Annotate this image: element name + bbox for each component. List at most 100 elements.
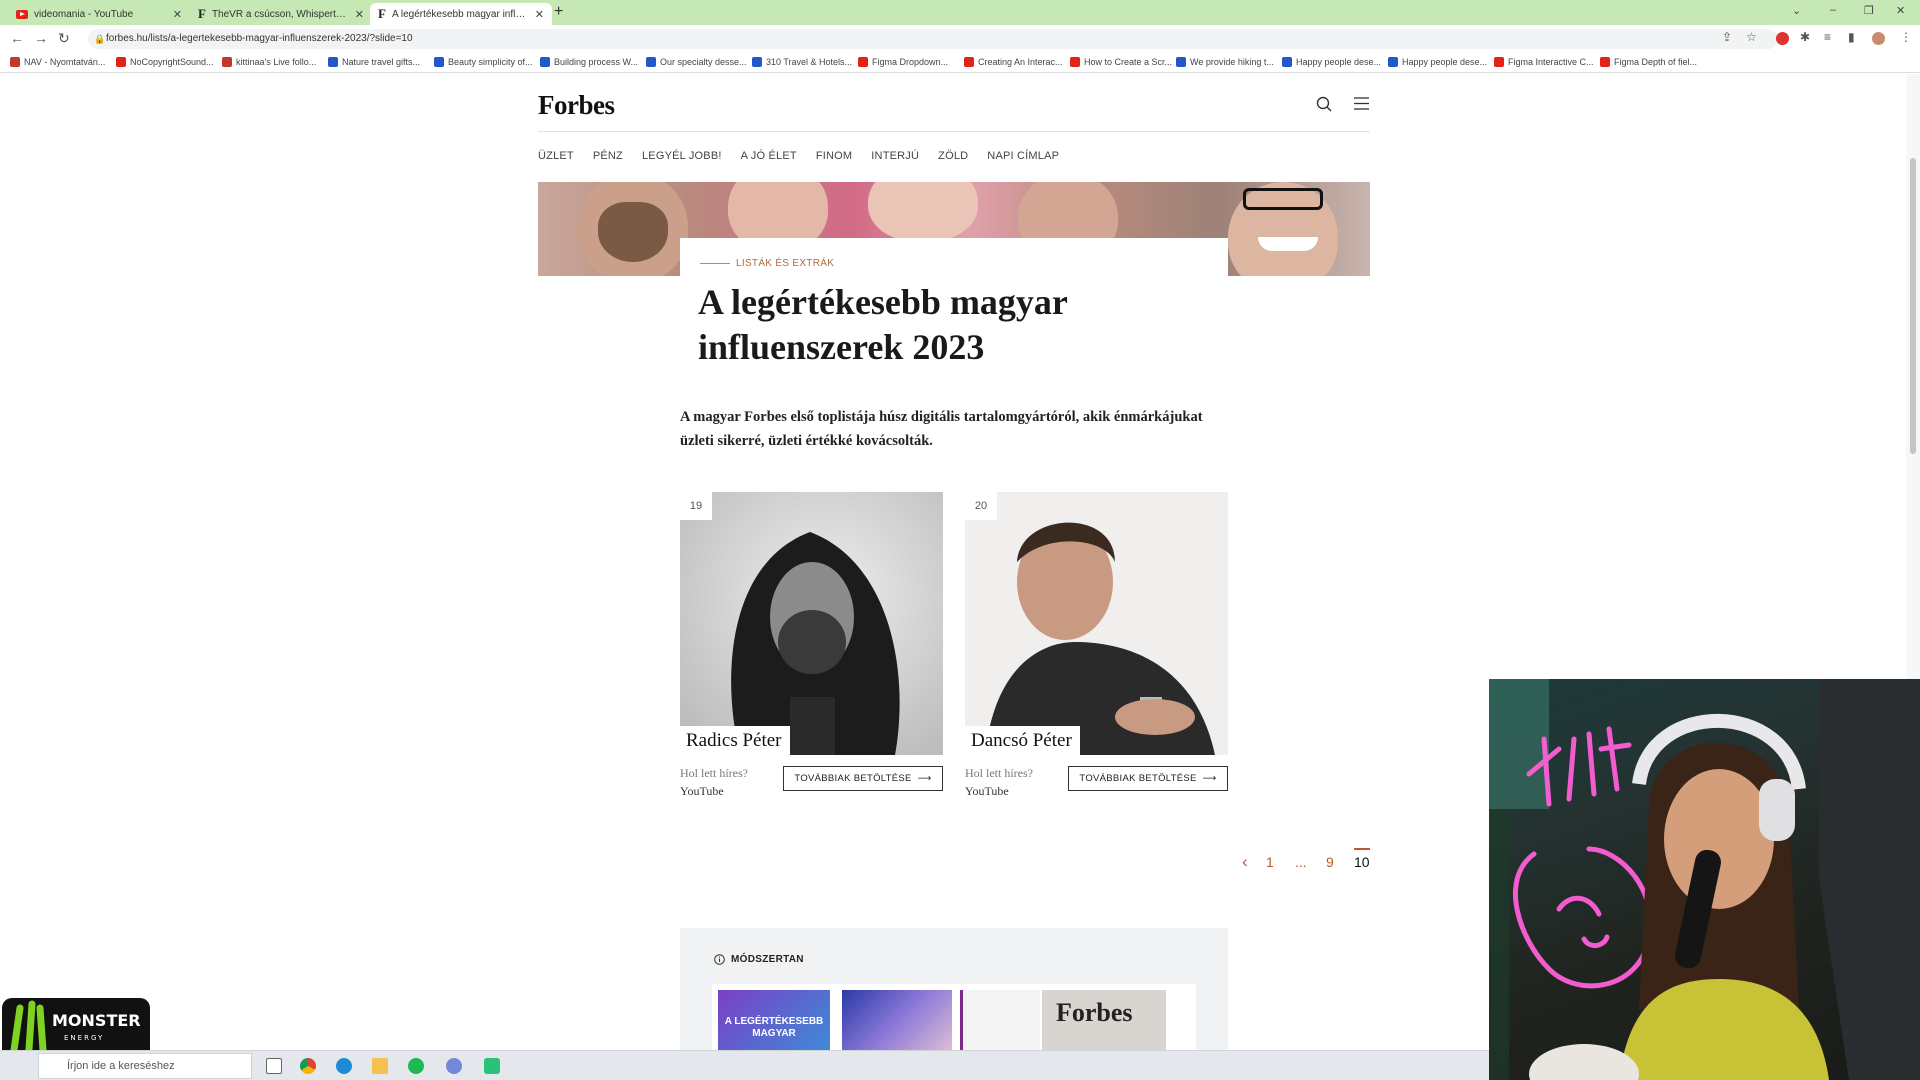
forbes-logo[interactable]: Forbes — [538, 90, 615, 121]
influencer-photo[interactable] — [680, 492, 943, 755]
new-tab-button[interactable]: + — [554, 3, 563, 21]
bookmark-label: Happy people dese... — [1402, 57, 1488, 67]
bookmark-label: NoCopyrightSound... — [130, 57, 214, 67]
bookmark-item[interactable]: Building process W... — [540, 57, 638, 67]
bookmark-item[interactable]: How to Create a Scr... — [1070, 57, 1172, 67]
cover-text: Forbes — [1056, 998, 1133, 1027]
fame-source: YouTube — [965, 784, 1009, 798]
side-panel-icon[interactable]: ▮ — [1848, 30, 1855, 44]
bookmark-item[interactable]: Figma Depth of fiel... — [1600, 57, 1697, 67]
tab-label: videomania - YouTube — [34, 8, 134, 20]
nav-link[interactable]: PÉNZ — [593, 150, 623, 162]
back-icon[interactable]: ← — [10, 30, 24, 46]
close-icon[interactable]: ✕ — [535, 8, 544, 21]
bookmark-item[interactable]: Beauty simplicity of... — [434, 57, 533, 67]
nav-link[interactable]: FINOM — [816, 150, 852, 162]
fame-question: Hol lett híres? — [965, 766, 1033, 780]
bookmark-item[interactable]: NAV - Nyomtatván... — [10, 57, 105, 67]
url-field[interactable]: 🔒 forbes.hu/lists/a-legertekesebb-magyar… — [88, 29, 1778, 49]
bookmark-label: 310 Travel & Hotels... — [766, 57, 853, 67]
extension-icon[interactable] — [1776, 32, 1789, 45]
bookmark-item[interactable]: NoCopyrightSound... — [116, 57, 214, 67]
bookmark-item[interactable]: kittinaa's Live follo... — [222, 57, 316, 67]
bookmark-label: Our specialty desse... — [660, 57, 747, 67]
more-menu-icon[interactable]: ⋮ — [1900, 30, 1912, 44]
minimize-icon[interactable]: – — [1830, 4, 1836, 16]
edge-icon[interactable] — [336, 1058, 352, 1074]
magazine-cover[interactable]: Forbes — [1042, 990, 1166, 1050]
nav-link[interactable]: NAPI CÍMLAP — [987, 150, 1059, 162]
load-more-button[interactable]: TOVÁBBIAK BETÖLTÉSE ⟶ — [1068, 766, 1228, 791]
reading-list-icon[interactable]: ≡ — [1824, 30, 1831, 44]
tab-bar: videomania - YouTube ✕ F TheVR a csúcson… — [0, 0, 1920, 25]
bookmark-label: kittinaa's Live follo... — [236, 57, 317, 67]
magazine-cover[interactable] — [842, 990, 952, 1050]
spotify-icon[interactable] — [408, 1058, 424, 1074]
app-icon[interactable] — [484, 1058, 500, 1074]
magazine-page[interactable] — [960, 990, 1040, 1050]
bookmark-star-icon[interactable]: ☆ — [1746, 30, 1757, 44]
bookmark-item[interactable]: Creating An Interac... — [964, 57, 1063, 67]
lock-icon: 🔒 — [94, 34, 106, 44]
forward-icon[interactable]: → — [34, 30, 48, 46]
share-icon[interactable]: ⇪ — [1722, 30, 1732, 44]
hamburger-menu-icon[interactable] — [1354, 97, 1369, 110]
window-close-icon[interactable]: ✕ — [1896, 4, 1905, 17]
bookmark-item[interactable]: Figma Interactive C... — [1494, 57, 1594, 67]
bookmark-label: Figma Dropdown... — [872, 57, 949, 67]
nav-link[interactable]: INTERJÚ — [871, 150, 919, 162]
load-more-button[interactable]: TOVÁBBIAK BETÖLTÉSE ⟶ — [783, 766, 943, 791]
bookmark-item[interactable]: Nature travel gifts... — [328, 57, 420, 67]
taskbar-search-field[interactable]: Írjon ide a kereséshez — [38, 1053, 252, 1079]
nav-link[interactable]: LEGYÉL JOBB! — [642, 150, 722, 162]
bookmark-item[interactable]: We provide hiking t... — [1176, 57, 1274, 67]
extensions-puzzle-icon[interactable]: ✱ — [1800, 30, 1810, 44]
bookmark-item[interactable]: Happy people dese... — [1282, 57, 1381, 67]
nav-link[interactable]: ZÖLD — [938, 150, 968, 162]
scrollbar-thumb[interactable] — [1910, 158, 1916, 454]
close-icon[interactable]: ✕ — [355, 8, 364, 21]
influencer-photo[interactable] — [965, 492, 1228, 755]
load-more-label: TOVÁBBIAK BETÖLTÉSE — [1079, 773, 1197, 784]
restore-icon[interactable]: ❐ — [1864, 4, 1874, 17]
bookmark-label: Creating An Interac... — [978, 57, 1063, 67]
bookmark-item[interactable]: Figma Dropdown... — [858, 57, 948, 67]
tab-forbes-thevr[interactable]: F TheVR a csúcson, Whisperton dö ✕ — [190, 3, 372, 25]
arrow-right-icon: ⟶ — [1202, 773, 1217, 784]
notion-icon — [752, 57, 762, 67]
bookmark-label: How to Create a Scr... — [1084, 57, 1173, 67]
close-icon[interactable]: ✕ — [173, 8, 182, 21]
nav-icon — [10, 57, 20, 67]
youtube-icon — [1070, 57, 1080, 67]
prev-page-icon[interactable]: ‹ — [1242, 852, 1248, 872]
nav-link[interactable]: A JÓ ÉLET — [741, 150, 797, 162]
magazine-cover[interactable]: A LEGÉRTÉKESEBB MAGYAR — [718, 990, 830, 1050]
page-current[interactable]: 10 — [1354, 848, 1370, 870]
profile-avatar-icon[interactable] — [1872, 32, 1885, 45]
task-view-icon[interactable] — [266, 1058, 282, 1074]
section-kicker[interactable]: LISTÁK ÉS EXTRÁK — [700, 258, 834, 269]
nav-link[interactable]: ÜZLET — [538, 150, 574, 162]
discord-icon[interactable] — [446, 1058, 462, 1074]
logo-text: MONSTER — [52, 1011, 141, 1030]
youtube-icon — [116, 57, 126, 67]
influencer-name: Dancsó Péter — [965, 726, 1080, 755]
tab-forbes-influencers[interactable]: F A legértékesebb magyar influen ✕ — [370, 3, 552, 25]
tab-youtube[interactable]: videomania - YouTube ✕ — [8, 3, 190, 25]
page-link[interactable]: 9 — [1326, 854, 1334, 870]
tab-search-icon[interactable]: ⌄ — [1792, 4, 1801, 17]
bookmark-label: We provide hiking t... — [1190, 57, 1274, 67]
page-link[interactable]: 1 — [1266, 854, 1274, 870]
file-explorer-icon[interactable] — [372, 1058, 388, 1074]
reload-icon[interactable]: ↻ — [58, 30, 70, 47]
chrome-icon[interactable] — [300, 1058, 316, 1074]
bookmark-item[interactable]: Our specialty desse... — [646, 57, 747, 67]
fame-source: YouTube — [680, 784, 724, 798]
windows-taskbar: Írjon ide a kereséshez — [0, 1050, 1489, 1080]
fame-question: Hol lett híres? — [680, 766, 748, 780]
tab-label: TheVR a csúcson, Whisperton dö — [211, 8, 349, 20]
bookmark-item[interactable]: Happy people dese... — [1388, 57, 1487, 67]
search-icon[interactable] — [1316, 96, 1332, 112]
bookmark-label: Figma Depth of fiel... — [1614, 57, 1698, 67]
bookmark-item[interactable]: 310 Travel & Hotels... — [752, 57, 852, 67]
